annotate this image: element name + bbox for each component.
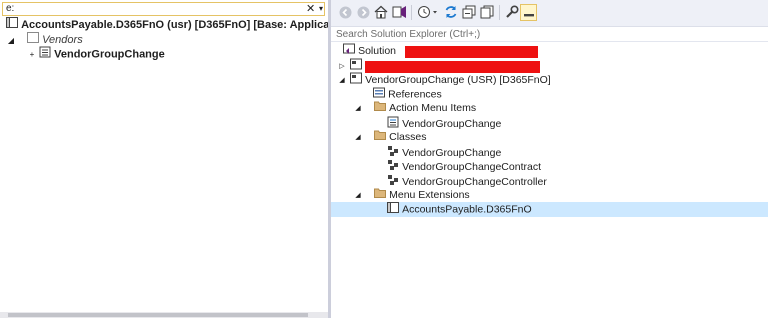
- tree-node-redacted-project[interactable]: ▷: [337, 58, 541, 73]
- horizontal-scrollbar[interactable]: [0, 312, 328, 318]
- search-box: [331, 27, 768, 42]
- sync-icon[interactable]: [443, 4, 459, 20]
- tree-node-class[interactable]: VendorGroupChangeContract: [387, 159, 541, 174]
- pending-changes-filter-icon[interactable]: [417, 4, 439, 20]
- scrollbar-thumb[interactable]: [8, 313, 308, 317]
- show-all-files-icon[interactable]: [479, 4, 495, 20]
- tree-node-label: VendorGroupChange (USR) [D365FnO]: [365, 74, 551, 86]
- collapse-arrow-icon[interactable]: ◢: [353, 130, 363, 145]
- preview-icon[interactable]: [520, 4, 537, 21]
- tree-node-solution[interactable]: Solution: [343, 43, 539, 58]
- tree-node-label: AccountsPayable.D365FnO: [402, 203, 532, 216]
- tree-node-class[interactable]: VendorGroupChangeController: [387, 174, 547, 189]
- tree-node-label: Classes: [389, 131, 427, 143]
- collapse-arrow-icon[interactable]: ◢: [353, 188, 363, 203]
- folder-icon: [374, 130, 387, 145]
- tree-node-label: VendorGroupChange: [402, 147, 502, 159]
- tree-node-class[interactable]: VendorGroupChange: [387, 145, 501, 160]
- chevron-down-icon[interactable]: ▾: [319, 3, 323, 15]
- tree-node-label: Vendors: [42, 34, 83, 47]
- tree-node-label: Solution: [358, 45, 397, 57]
- filter-input[interactable]: [6, 3, 286, 15]
- collapse-arrow-icon[interactable]: ◢: [6, 33, 16, 49]
- collapse-all-icon[interactable]: [461, 4, 477, 20]
- folder-icon: [374, 101, 387, 116]
- back-icon[interactable]: [337, 4, 353, 20]
- tree-node-model[interactable]: AccountsPayable.D365FnO (usr) [D365FnO] …: [6, 17, 329, 33]
- tree-node-menu-extensions[interactable]: ◢ Menu Extensions: [353, 188, 470, 203]
- folder-icon: [374, 188, 387, 203]
- home-icon[interactable]: [373, 4, 389, 20]
- tree-node-label: VendorGroupChangeContract: [402, 161, 541, 173]
- tree-node-project[interactable]: ◢ VendorGroupChange (USR) [D365FnO]: [337, 72, 551, 87]
- collapse-arrow-icon[interactable]: ◢: [353, 101, 363, 116]
- tree-node-references[interactable]: References: [373, 87, 442, 102]
- tree-node-label: Menu Extensions: [389, 189, 470, 201]
- tree-node-label: VendorGroupChange: [54, 48, 165, 61]
- left-tree-pane: ✕ ▾ AccountsPayable.D365FnO (usr) [D365F…: [0, 0, 329, 318]
- project-icon: [350, 72, 363, 89]
- menu-extension-icon: [387, 202, 399, 218]
- redaction-box: [405, 45, 539, 58]
- tree-node-vendorgroupchange[interactable]: + VendorGroupChange: [28, 46, 165, 62]
- tree-node-menu-extension[interactable]: AccountsPayable.D365FnO: [387, 202, 532, 217]
- model-icon: [6, 17, 18, 33]
- switch-views-icon[interactable]: [391, 4, 407, 20]
- solution-explorer-pane: Solution ▷ ◢ VendorGroupChange (USR) [D3…: [331, 0, 768, 318]
- forward-icon[interactable]: [355, 4, 371, 20]
- tree-node-label: Action Menu Items: [389, 102, 477, 114]
- tree-node-label: VendorGroupChange: [402, 118, 502, 130]
- solution-explorer-toolbar: [331, 0, 768, 27]
- tree-node-label: AccountsPayable.D365FnO (usr) [D365FnO] …: [21, 19, 329, 32]
- collapse-arrow-icon[interactable]: ◢: [337, 73, 347, 88]
- tree-node-label: VendorGroupChangeController: [402, 176, 547, 188]
- redaction-box: [365, 60, 541, 73]
- search-input[interactable]: [336, 27, 756, 41]
- properties-icon[interactable]: [504, 4, 520, 20]
- filter-bar: ✕ ▾: [2, 2, 325, 16]
- clear-icon[interactable]: ✕: [306, 2, 315, 15]
- menu-item-icon: [39, 46, 51, 63]
- tree-node-action-menu-item[interactable]: VendorGroupChange: [387, 116, 501, 131]
- tree-node-label: References: [388, 88, 442, 101]
- tree-node-action-menu-items[interactable]: ◢ Action Menu Items: [353, 101, 476, 116]
- expand-plus-icon[interactable]: +: [28, 47, 36, 63]
- tree-node-classes[interactable]: ◢ Classes: [353, 130, 426, 145]
